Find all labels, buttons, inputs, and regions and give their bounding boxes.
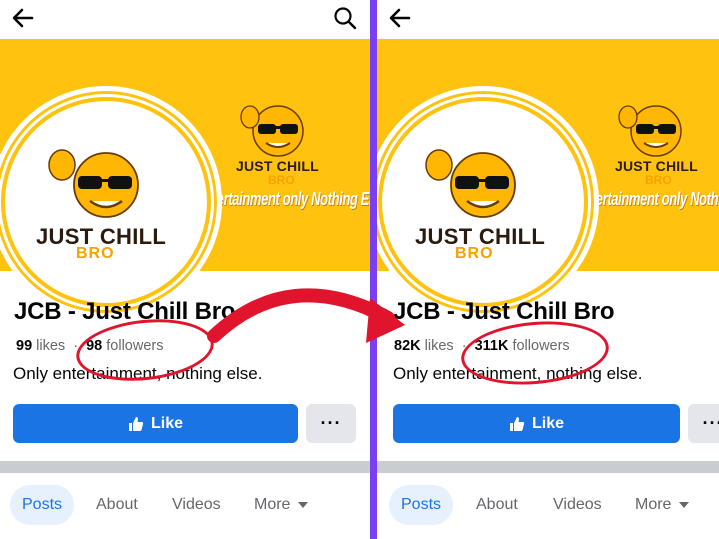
page-title: JCB - Just Chill Bro bbox=[393, 298, 615, 325]
cover-brand-text: JUST CHILL bbox=[615, 158, 698, 174]
profile-emoji-logo bbox=[425, 149, 516, 218]
page-tabs: Posts About Videos More bbox=[0, 485, 370, 525]
tab-posts[interactable]: Posts bbox=[10, 485, 75, 525]
tab-more[interactable]: More bbox=[635, 485, 690, 525]
likes-label: likes bbox=[424, 338, 454, 354]
caret-down-icon bbox=[298, 502, 309, 508]
caret-down-icon bbox=[679, 502, 690, 508]
tab-about[interactable]: About bbox=[476, 485, 518, 525]
page-tabs: Posts About Videos More bbox=[377, 485, 719, 525]
before-screenshot-panel: JUST CHILL BRO Entertainment only Nothin… bbox=[0, 0, 370, 539]
ellipsis-icon: ··· bbox=[702, 413, 719, 433]
cover-brand-text: JUST CHILL bbox=[236, 158, 319, 174]
like-button[interactable]: Like bbox=[13, 404, 298, 443]
cover-tagline: Entertainment only Nothing Else bbox=[197, 189, 370, 209]
tab-more-label: More bbox=[635, 496, 672, 513]
search-icon[interactable] bbox=[332, 5, 358, 31]
like-button-label: Like bbox=[150, 414, 183, 432]
thumbs-up-icon bbox=[509, 416, 525, 431]
back-arrow-icon[interactable] bbox=[10, 4, 36, 32]
profile-brand-subtext: BRO bbox=[455, 245, 494, 262]
more-options-button[interactable]: ··· bbox=[688, 404, 719, 443]
thumbs-up-icon bbox=[128, 416, 144, 431]
likes-count: 82K bbox=[394, 338, 421, 354]
emoji-sunglasses-logo bbox=[618, 105, 682, 157]
top-bar bbox=[0, 0, 370, 38]
like-button[interactable]: Like bbox=[393, 404, 680, 443]
cover-brand-subtext: BRO bbox=[645, 173, 672, 187]
likes-label: likes bbox=[36, 338, 66, 354]
more-options-button[interactable]: ··· bbox=[306, 404, 356, 443]
tab-more-label: More bbox=[254, 496, 291, 513]
tab-about[interactable]: About bbox=[96, 485, 138, 525]
top-bar bbox=[377, 0, 719, 38]
likes-count: 99 bbox=[16, 338, 33, 354]
ellipsis-icon: ··· bbox=[320, 413, 342, 433]
cover-brand-subtext: BRO bbox=[268, 173, 295, 187]
profile-brand-subtext: BRO bbox=[76, 245, 115, 262]
panel-divider bbox=[370, 0, 377, 539]
section-separator bbox=[0, 461, 370, 473]
tab-more[interactable]: More bbox=[254, 485, 309, 525]
like-button-label: Like bbox=[531, 414, 564, 432]
profile-emoji-logo bbox=[48, 149, 139, 218]
section-separator bbox=[377, 461, 719, 473]
tab-videos[interactable]: Videos bbox=[172, 485, 221, 525]
tab-posts[interactable]: Posts bbox=[389, 485, 454, 525]
emoji-sunglasses-logo bbox=[240, 105, 304, 157]
after-screenshot-panel: JUST CHILL BRO Entertainment only Nothin… bbox=[377, 0, 719, 539]
tab-videos[interactable]: Videos bbox=[553, 485, 602, 525]
back-arrow-icon[interactable] bbox=[387, 4, 413, 32]
